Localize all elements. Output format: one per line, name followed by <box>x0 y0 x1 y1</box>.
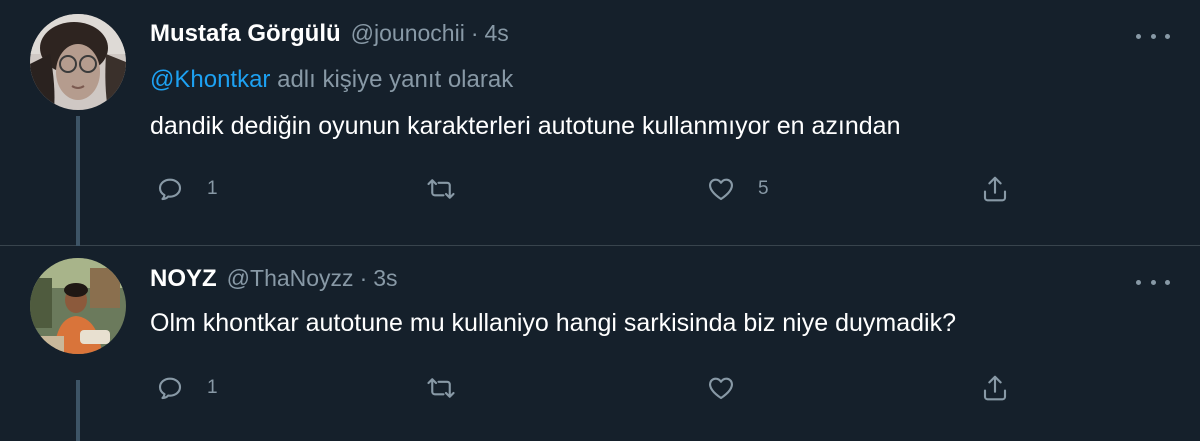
reply-icon <box>158 178 182 201</box>
timestamp[interactable]: 3s <box>373 265 397 292</box>
tweet-actions: 1 5 <box>150 169 1030 209</box>
reply-button[interactable]: 1 <box>155 368 218 408</box>
reply-context-text: adlı kişiye yanıt olarak <box>270 66 514 93</box>
separator: · <box>359 265 368 291</box>
like-count: 5 <box>758 178 769 199</box>
retweet-icon <box>427 179 455 199</box>
tweet-header: NOYZ @ThaNoyzz · 3s <box>150 265 398 293</box>
retweet-button[interactable] <box>426 169 478 209</box>
reply-count: 1 <box>207 178 218 199</box>
author-name[interactable]: NOYZ <box>150 265 217 293</box>
like-icon <box>709 178 733 201</box>
share-button[interactable] <box>980 169 1010 209</box>
reply-context: @Khontkar adlı kişiye yanıt olarak <box>150 66 513 94</box>
share-icon <box>983 176 1007 202</box>
tweet-1[interactable]: Mustafa Görgülü @jounochii · 4s @Khontka… <box>0 0 1200 246</box>
thread-line <box>76 116 80 246</box>
retweet-button[interactable] <box>426 368 478 408</box>
tweet-2[interactable]: NOYZ @ThaNoyzz · 3s Olm khontkar autotun… <box>0 246 1200 441</box>
like-icon <box>709 377 733 400</box>
tweet-text: Olm khontkar autotune mu kullaniyo hangi… <box>150 309 956 337</box>
reply-button[interactable]: 1 <box>155 169 218 209</box>
tweet-header: Mustafa Görgülü @jounochii · 4s <box>150 20 509 48</box>
avatar[interactable] <box>30 14 126 110</box>
separator: · <box>470 20 479 46</box>
share-button[interactable] <box>980 368 1010 408</box>
more-icon[interactable] <box>1136 30 1170 42</box>
author-handle[interactable]: @ThaNoyzz <box>227 265 354 292</box>
reply-icon <box>158 377 182 400</box>
tweet-actions: 1 <box>150 368 1030 408</box>
author-name[interactable]: Mustafa Görgülü <box>150 20 341 48</box>
retweet-icon <box>427 378 455 398</box>
like-button[interactable]: 5 <box>706 169 769 209</box>
more-icon[interactable] <box>1136 276 1170 288</box>
tweet-text: dandik dediğin oyunun karakterleri autot… <box>150 112 901 140</box>
reply-count: 1 <box>207 377 218 398</box>
like-button[interactable] <box>706 368 758 408</box>
author-handle[interactable]: @jounochii <box>351 20 465 47</box>
share-icon <box>983 375 1007 401</box>
reply-mention-link[interactable]: @Khontkar <box>150 66 270 93</box>
avatar[interactable] <box>30 258 126 354</box>
timestamp[interactable]: 4s <box>484 20 508 47</box>
